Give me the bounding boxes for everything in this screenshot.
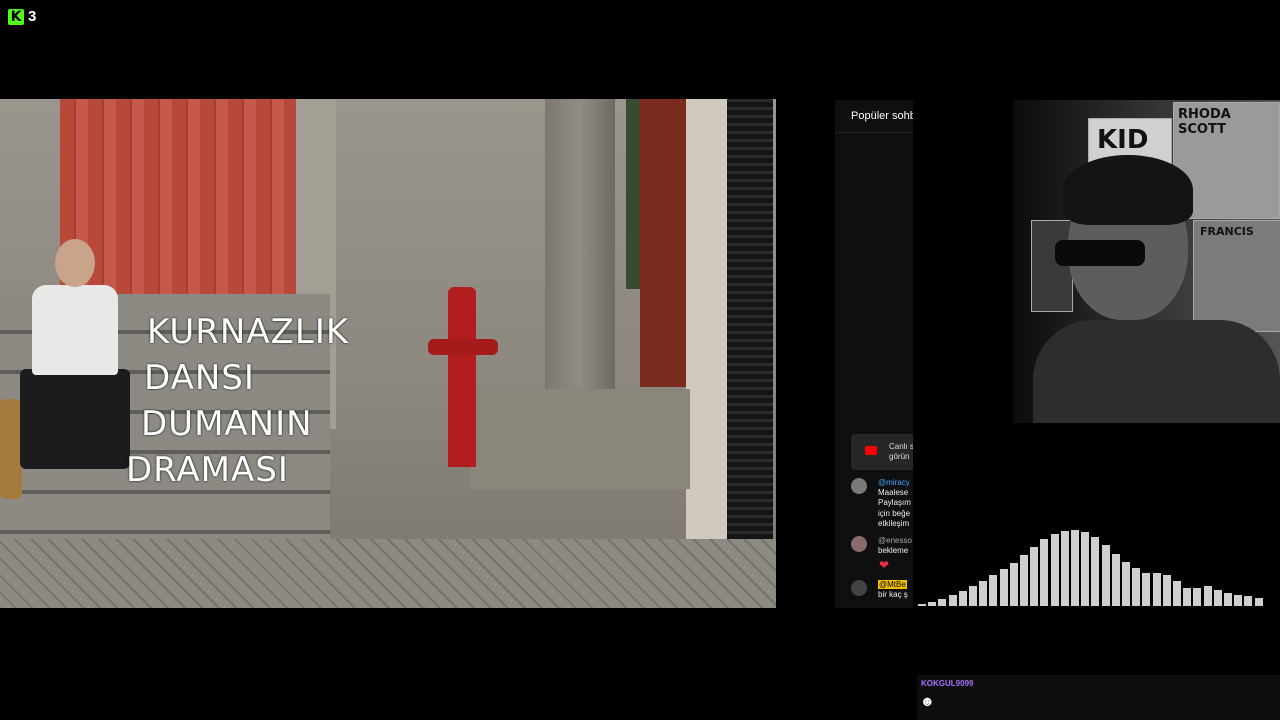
- visualizer-bar: [1050, 534, 1059, 606]
- stone-pillar: [545, 99, 615, 399]
- visualizer-bar: [928, 602, 937, 606]
- visualizer-bar: [989, 575, 998, 606]
- chat-title[interactable]: Popüler sohb: [851, 110, 913, 122]
- chat-message: @enesso bekleme ❤: [851, 536, 913, 576]
- visualizer-bar: [958, 591, 967, 606]
- stone-steps-right: [470, 389, 690, 489]
- notice-text: Canlı s görün: [889, 442, 913, 462]
- avatar[interactable]: [851, 580, 867, 596]
- stream-chat-overlay: KOKGUL9099 ☻: [917, 675, 1280, 720]
- kick-logo-icon: K: [8, 8, 24, 25]
- chat-text: bekleme: [878, 546, 909, 555]
- visualizer-bar: [1060, 531, 1069, 606]
- red-gate: [640, 99, 688, 387]
- poster-francis: FRANCIS: [1193, 220, 1280, 332]
- video-title-line-3: DUMANIN: [141, 404, 313, 444]
- white-door-frame: [686, 99, 728, 579]
- visualizer-bar: [1071, 530, 1079, 606]
- chat-header[interactable]: Popüler sohb: [835, 100, 913, 133]
- visualizer-bar: [1254, 598, 1263, 606]
- visualizer-bar: [979, 581, 988, 606]
- avatar[interactable]: [851, 478, 867, 494]
- garden-gap: [626, 99, 640, 289]
- visualizer-bar: [969, 586, 977, 606]
- chat-text: Maalese Paylaşım için beğe etkileşim: [878, 488, 911, 529]
- viewer-count: 3: [28, 8, 37, 25]
- visualizer-bar: [1213, 590, 1222, 606]
- visualizer-bar: [999, 569, 1008, 606]
- webcam-feed: RHODA SCOTT KID FRANCIS: [1013, 100, 1280, 423]
- fire-hydrant: [448, 287, 476, 467]
- chat-mention[interactable]: @MtBe: [878, 580, 907, 589]
- chat-notice: Canlı s görün: [851, 434, 913, 470]
- visualizer-bar: [1152, 573, 1161, 606]
- iron-gate: [727, 99, 773, 579]
- streamer-hair: [1063, 155, 1193, 225]
- visualizer-bar: [1173, 581, 1181, 606]
- visualizer-bar: [1183, 588, 1192, 606]
- visualizer-bar: [1040, 539, 1049, 606]
- visualizer-bar: [1111, 554, 1120, 606]
- visualizer-bar: [1030, 547, 1039, 606]
- visualizer-bar: [1234, 595, 1243, 606]
- chat-message: @miracy Maalese Paylaşım için beğe etkil…: [851, 478, 913, 530]
- kick-logo: K 3: [8, 8, 36, 25]
- visualizer-bar: [1122, 562, 1130, 606]
- visualizer-bar: [1091, 537, 1100, 606]
- visualizer-bar: [1132, 568, 1141, 606]
- visualizer-bar: [1203, 586, 1212, 606]
- visualizer-bar: [938, 599, 947, 606]
- visualizer-bar: [1020, 555, 1028, 606]
- man-legs: [20, 369, 130, 469]
- video-title-line-1: KURNAZLIK: [147, 312, 350, 352]
- visualizer-bar: [1009, 563, 1018, 606]
- audio-visualizer: [918, 520, 1263, 606]
- avatar[interactable]: [851, 536, 867, 552]
- emote-icon: ☻: [920, 693, 935, 709]
- visualizer-bar: [1162, 575, 1171, 606]
- live-chat-panel[interactable]: Popüler sohb Canlı s görün @miracy Maale…: [835, 100, 913, 608]
- streamer-shirt: [1033, 320, 1280, 423]
- chat-username[interactable]: @enesso: [878, 536, 912, 545]
- poster-pattern: [1031, 220, 1073, 312]
- video-title-line-2: DANSI: [144, 358, 255, 398]
- chat-message: @MtBe bir kaç ş: [851, 580, 913, 606]
- chat-username[interactable]: @miracy: [878, 478, 910, 487]
- visualizer-bar: [918, 604, 926, 606]
- poster-title: RHODA SCOTT: [1178, 107, 1231, 137]
- seated-man: [10, 239, 140, 499]
- man-head: [55, 239, 95, 287]
- man-tanktop: [32, 285, 118, 375]
- poster-title: FRANCIS: [1200, 225, 1254, 238]
- video-player[interactable]: KURNAZLIK DANSI DUMANIN DRAMASI: [0, 99, 776, 608]
- video-title-line-4: DRAMASI: [126, 450, 289, 490]
- fire-hydrant-arms: [428, 339, 498, 355]
- heart-emoji-icon: ❤: [879, 558, 890, 572]
- visualizer-bar: [1244, 596, 1253, 606]
- visualizer-bar: [1193, 588, 1202, 606]
- poster-title: KID: [1097, 125, 1149, 155]
- sunglasses: [1055, 240, 1145, 266]
- chat-username: KOKGUL9099: [921, 679, 974, 688]
- visualizer-bar: [948, 595, 957, 606]
- chat-text: bir kaç ş: [878, 590, 908, 599]
- visualizer-bar: [1142, 573, 1151, 606]
- youtube-icon: [865, 446, 877, 455]
- cobblestone-street: [0, 539, 776, 608]
- visualizer-bar: [1224, 593, 1232, 606]
- visualizer-bar: [1101, 545, 1110, 606]
- visualizer-bar: [1081, 532, 1090, 606]
- chat-mention-wrap: @MtBe: [878, 580, 907, 589]
